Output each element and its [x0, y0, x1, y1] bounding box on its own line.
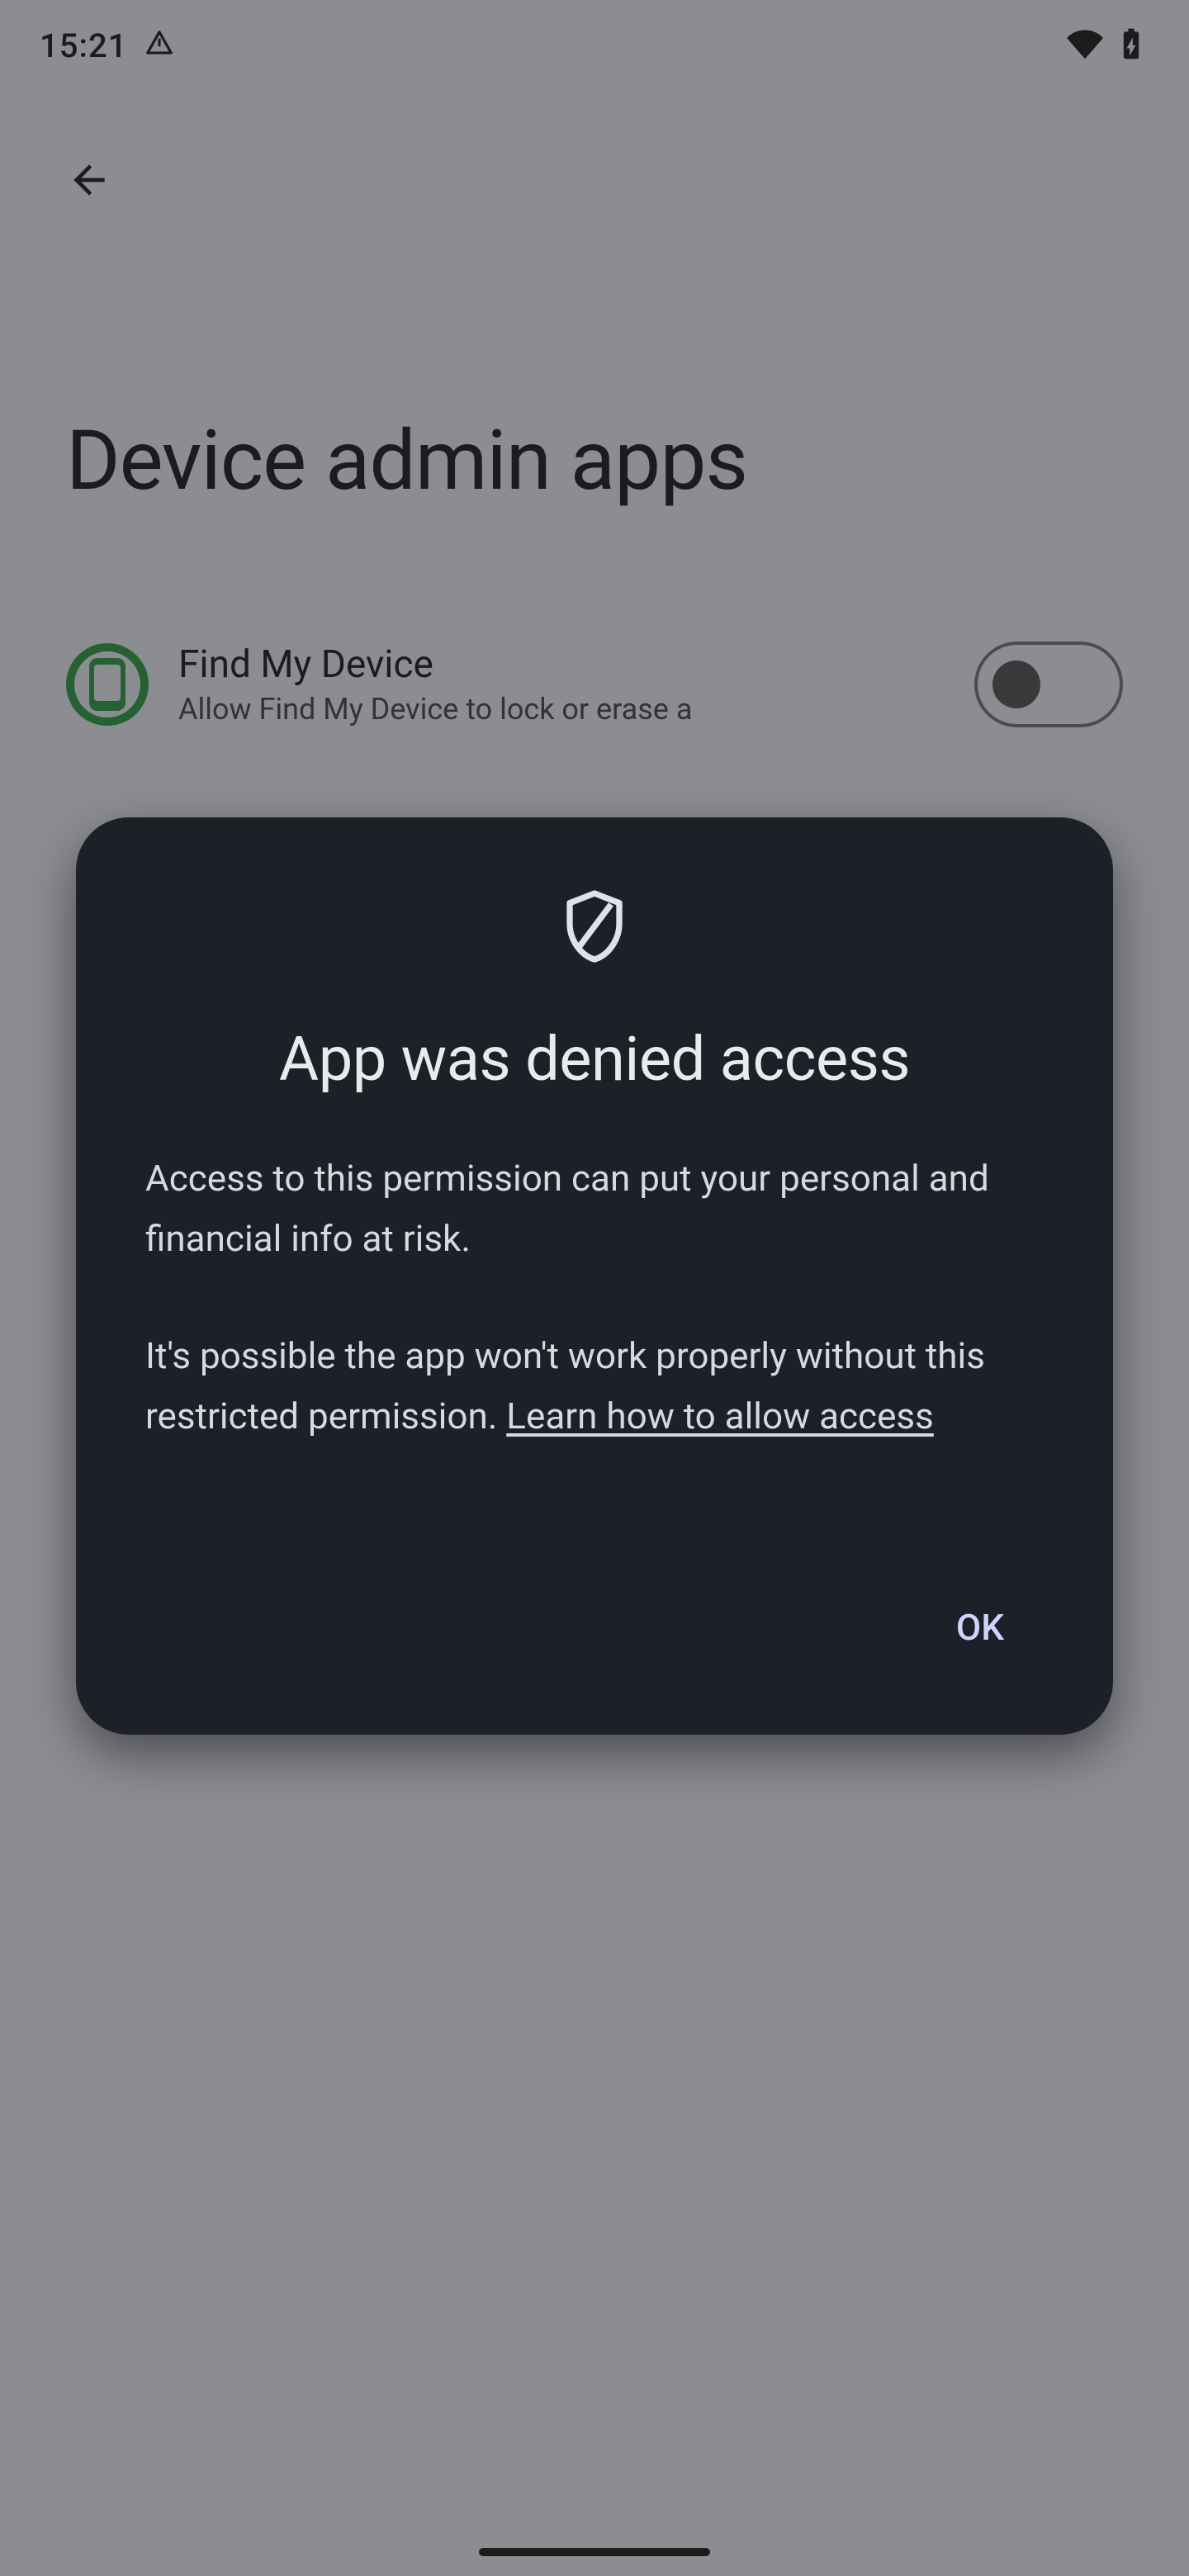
dialog-body-2: It's possible the app won't work properl…	[145, 1326, 1044, 1446]
learn-how-link[interactable]: Learn how to allow access	[506, 1395, 934, 1437]
access-denied-dialog: App was denied access Access to this per…	[76, 817, 1113, 1735]
shield-slash-icon	[145, 887, 1044, 966]
dialog-title: App was denied access	[145, 1024, 1044, 1096]
ok-button[interactable]: OK	[917, 1586, 1044, 1669]
dialog-body-1: Access to this permission can put your p…	[145, 1148, 1044, 1268]
gesture-nav-handle[interactable]	[479, 2548, 710, 2556]
